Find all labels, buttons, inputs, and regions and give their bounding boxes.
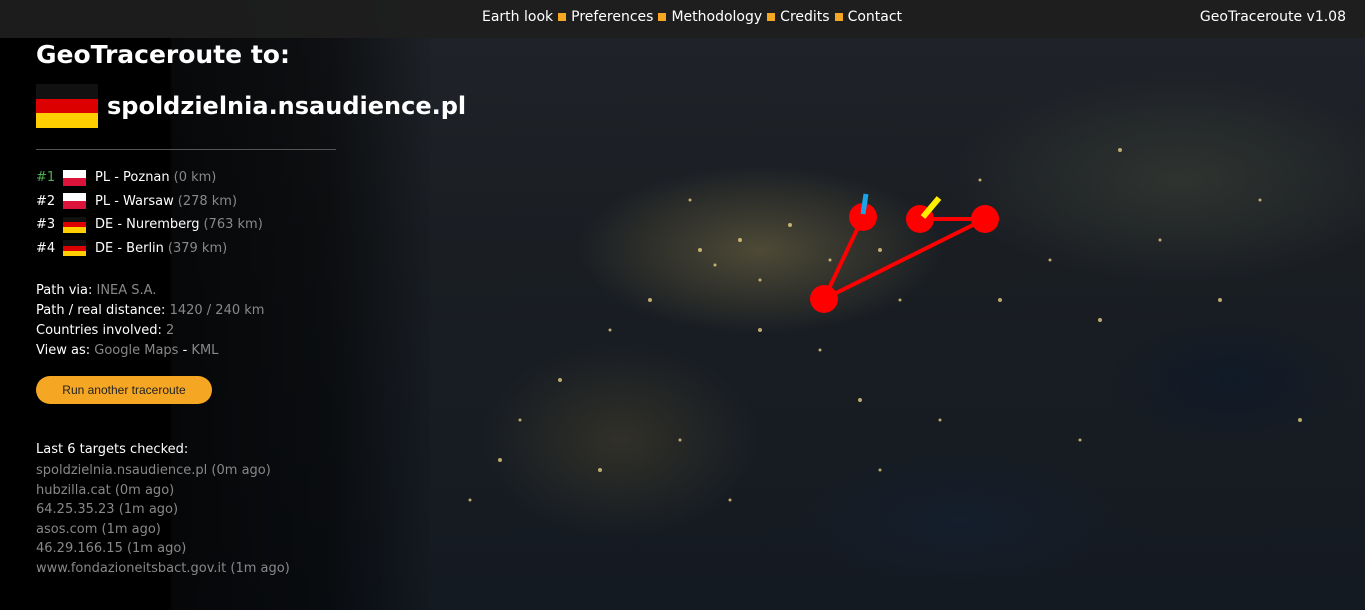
nav-separator-icon — [767, 13, 776, 21]
recent-targets: Last 6 targets checked: spoldzielnia.nsa… — [36, 440, 290, 578]
recent-target-link[interactable]: spoldzielnia.nsaudience.pl (0m ago) — [36, 461, 290, 481]
distance-value: 1420 / 240 km — [169, 303, 265, 318]
top-navigation-bar: Earth look Preferences Methodology Credi… — [0, 0, 1365, 38]
city-lights — [468, 148, 1302, 502]
hop-row: #4 DE - Berlin (379 km) — [36, 237, 263, 261]
route-lines — [822, 216, 986, 301]
view-separator: - — [182, 343, 188, 358]
germany-flag-icon — [36, 84, 98, 129]
nav-credits[interactable]: Credits — [780, 9, 829, 25]
nav-preferences[interactable]: Preferences — [571, 9, 653, 25]
hop-row: #1 PL - Poznan (0 km) — [36, 166, 263, 190]
recent-target-link[interactable]: www.fondazioneitsbact.gov.it (1m ago) — [36, 559, 290, 579]
run-another-traceroute-button[interactable]: Run another traceroute — [36, 376, 212, 404]
view-as-row: View as: Google Maps - KML — [36, 341, 264, 361]
hop-location: PL - Warsaw — [95, 193, 174, 209]
countries-value: 2 — [166, 323, 175, 338]
hop-location: DE - Berlin — [95, 240, 164, 256]
divider — [36, 149, 336, 150]
hop-distance: (763 km) — [203, 217, 263, 233]
recent-target-link[interactable]: asos.com (1m ago) — [36, 520, 290, 540]
hop-number: #4 — [36, 240, 56, 256]
hop-number: #1 — [36, 170, 56, 186]
countries-label: Countries involved: — [36, 323, 162, 338]
recent-target-link[interactable]: 46.29.166.15 (1m ago) — [36, 539, 290, 559]
nav-menu: Earth look Preferences Methodology Credi… — [482, 9, 902, 25]
recent-targets-header: Last 6 targets checked: — [36, 442, 189, 457]
hop-distance: (0 km) — [173, 170, 217, 186]
distance-label: Path / real distance: — [36, 303, 166, 318]
target-hostname: spoldzielnia.nsaudience.pl — [107, 92, 467, 120]
hop-list: #1 PL - Poznan (0 km) #2 PL - Warsaw (27… — [36, 166, 263, 260]
distance-row: Path / real distance: 1420 / 240 km — [36, 301, 264, 321]
hop-row: #3 DE - Nuremberg (763 km) — [36, 213, 263, 237]
route-segment-2 — [823, 217, 986, 301]
path-via-row: Path via: INEA S.A. — [36, 281, 264, 301]
germany-flag-icon — [63, 240, 86, 257]
google-maps-link[interactable]: Google Maps — [94, 343, 178, 358]
countries-row: Countries involved: 2 — [36, 321, 264, 341]
hop-row: #2 PL - Warsaw (278 km) — [36, 190, 263, 214]
poland-flag-icon — [63, 193, 86, 210]
hop-distance: (278 km) — [177, 193, 238, 209]
nav-separator-icon — [558, 13, 567, 21]
start-pin-icon — [860, 193, 869, 215]
page-title: GeoTraceroute to: — [36, 40, 290, 69]
route-info: Path via: INEA S.A. Path / real distance… — [36, 281, 264, 361]
hop-distance: (379 km) — [167, 240, 228, 256]
app-version: GeoTraceroute v1.08 — [1199, 9, 1346, 25]
nav-separator-icon — [834, 13, 843, 21]
nav-earth-look[interactable]: Earth look — [482, 9, 553, 25]
hop-number: #2 — [36, 193, 56, 209]
path-via-label: Path via: — [36, 283, 93, 298]
nav-separator-icon — [658, 13, 667, 21]
hop-location: PL - Poznan — [95, 170, 170, 186]
recent-target-link[interactable]: 64.25.35.23 (1m ago) — [36, 500, 290, 520]
hop-location: DE - Nuremberg — [95, 217, 200, 233]
nav-methodology[interactable]: Methodology — [671, 9, 762, 25]
hop-marker-nuremberg[interactable] — [810, 285, 838, 313]
view-as-label: View as: — [36, 343, 91, 358]
recent-target-link[interactable]: hubzilla.cat (0m ago) — [36, 481, 290, 501]
target-heading: spoldzielnia.nsaudience.pl — [36, 84, 467, 129]
kml-link[interactable]: KML — [191, 343, 218, 358]
hop-number: #3 — [36, 217, 56, 233]
nav-contact[interactable]: Contact — [848, 9, 902, 25]
germany-flag-icon — [63, 216, 86, 233]
path-via-value: INEA S.A. — [96, 283, 157, 298]
poland-flag-icon — [63, 169, 86, 186]
hop-marker-warsaw[interactable] — [971, 205, 999, 233]
